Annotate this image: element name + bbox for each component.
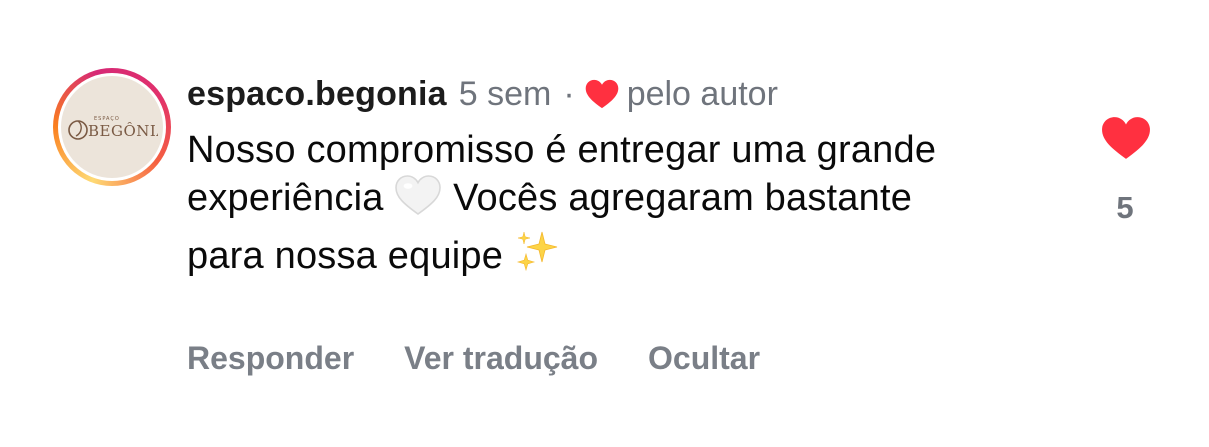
separator-dot: · [563,74,575,113]
like-count[interactable]: 5 [1100,190,1150,226]
comment-body-line-1: Nosso compromisso é entregar uma grande [187,129,937,171]
white-heart-emoji-icon [394,174,442,228]
comment-actions: Responder Ver tradução Ocultar [187,340,760,377]
avatar-ring-gap: ESPAÇO BEGÔNIA [58,73,166,181]
reply-button[interactable]: Responder [187,340,354,377]
timestamp: 5 sem [458,74,552,113]
comment: ESPAÇO BEGÔNIA espaco.begonia 5 sem · pe… [0,0,1209,447]
heart-filled-icon [1102,117,1150,159]
liked-by-author-label: pelo autor [626,74,778,113]
like-heart-button[interactable] [1098,112,1154,164]
comment-body: Nosso compromisso é entregar uma grande … [187,126,1067,286]
hide-button[interactable]: Ocultar [648,340,760,377]
avatar-story-ring[interactable]: ESPAÇO BEGÔNIA [53,68,171,186]
comment-body-line-2b: Vocês agregaram bastante [453,177,913,219]
sparkles-emoji-icon [514,228,564,286]
avatar: ESPAÇO BEGÔNIA [61,76,163,178]
see-translation-button[interactable]: Ver tradução [404,340,598,377]
comment-body-line-2a: experiência [187,177,384,219]
username-link[interactable]: espaco.begonia [187,75,447,114]
comment-header: espaco.begonia 5 sem · pelo autor [187,72,778,116]
liked-by-author-heart-icon [585,79,619,109]
svg-text:BEGÔNIA: BEGÔNIA [88,122,158,140]
espaco-begonia-logo: ESPAÇO BEGÔNIA [68,116,158,140]
comment-body-line-3: para nossa equipe [187,235,504,277]
